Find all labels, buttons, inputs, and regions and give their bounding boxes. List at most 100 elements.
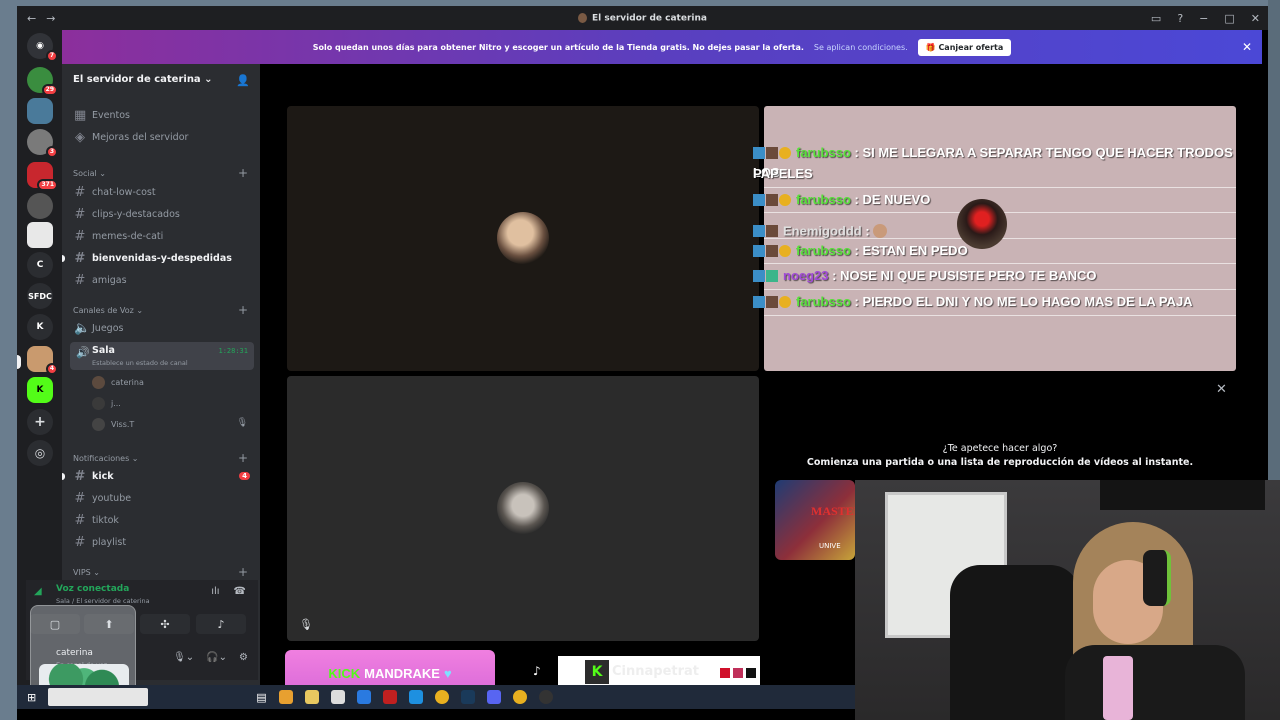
kick-label: KICK: [328, 665, 361, 681]
voice-channel-juegos[interactable]: 🔈 Juegos: [70, 318, 254, 338]
invite-people-icon[interactable]: 👤: [236, 74, 250, 87]
kick-server-icon[interactable]: K: [27, 377, 53, 403]
windows-start-icon[interactable]: ⊞: [27, 691, 36, 704]
add-channel-icon[interactable]: +: [238, 565, 248, 579]
sidebar-item-label: Eventos: [92, 109, 130, 121]
server-name-header[interactable]: El servidor de caterina ⌄: [73, 74, 213, 85]
badge-icon: [753, 245, 765, 257]
app-icon[interactable]: [382, 690, 397, 704]
headphones-icon[interactable]: 🎧⌄: [206, 652, 227, 663]
channel-chat-low-cost[interactable]: # chat-low-cost: [70, 182, 254, 202]
window-title-text: El servidor de caterina: [592, 13, 707, 24]
forward-arrow-icon[interactable]: →: [46, 12, 55, 25]
discord-icon[interactable]: [486, 690, 501, 704]
discord-home-icon[interactable]: ◉ 7: [27, 33, 58, 62]
nitro-banner: Solo quedan unos días para obtener Nitro…: [62, 30, 1262, 64]
color-square: [746, 668, 756, 678]
add-channel-icon[interactable]: +: [238, 451, 248, 465]
add-voice-channel-icon[interactable]: +: [238, 303, 248, 317]
server-icon-6[interactable]: [27, 222, 53, 248]
close-activity-icon[interactable]: ✕: [1216, 382, 1227, 397]
obs-icon[interactable]: [538, 690, 553, 704]
activity-subtitle: Comienza una partida o una lista de repr…: [806, 457, 1194, 468]
store-icon[interactable]: [356, 690, 371, 704]
server-icon-c[interactable]: C: [27, 252, 53, 278]
add-server-icon[interactable]: +: [27, 409, 53, 435]
redeem-offer-button[interactable]: 🎁 Canjear oferta: [917, 38, 1012, 56]
nitro-banner-text: Solo quedan unos días para obtener Nitro…: [312, 42, 804, 52]
category-notificaciones[interactable]: Notificaciones ⌄: [73, 454, 139, 463]
channel-label: kick: [92, 470, 114, 482]
channel-label: chat-low-cost: [92, 186, 156, 198]
server-icon-2[interactable]: [27, 98, 53, 124]
avatar: [92, 376, 105, 389]
microphone-icon[interactable]: 🎙⌄: [173, 652, 194, 663]
taskbar-search[interactable]: [48, 688, 149, 706]
voice-status[interactable]: Voz conectada: [56, 584, 129, 594]
channel-amigas[interactable]: # amigas: [70, 270, 254, 290]
category-voice[interactable]: Canales de Voz ⌄: [73, 306, 143, 315]
explore-icon[interactable]: ◎: [27, 440, 53, 466]
sidebar-item-mejoras[interactable]: ◈ Mejoras del servidor: [70, 127, 254, 147]
app-icon[interactable]: [330, 690, 345, 704]
voice-member[interactable]: Viss.T: [92, 418, 134, 431]
activities-button[interactable]: ✣: [140, 614, 190, 634]
channel-label: Juegos: [92, 322, 124, 334]
channel-tiktok[interactable]: # tiktok: [70, 510, 254, 530]
server-name: El servidor de caterina: [73, 74, 201, 85]
task-view-icon[interactable]: ▤: [256, 691, 266, 704]
channel-playlist[interactable]: # playlist: [70, 532, 254, 552]
muted-mic-icon: 🎙: [236, 418, 248, 428]
file-explorer-icon[interactable]: [304, 690, 319, 704]
app-icon[interactable]: [278, 690, 293, 704]
server-icon-caterina[interactable]: 4: [17, 346, 58, 375]
video-tile-member[interactable]: 🎙: [287, 376, 759, 641]
hash-icon: #: [74, 228, 86, 244]
maximize-icon[interactable]: □: [1224, 12, 1234, 25]
server-icon-1[interactable]: 29: [27, 67, 58, 96]
server-icon-4[interactable]: 371: [27, 162, 58, 191]
server-icon-k[interactable]: K: [27, 314, 53, 340]
social-handle-box: K Cinnapetrat: [558, 656, 760, 688]
chrome-icon[interactable]: [434, 690, 449, 704]
voice-member[interactable]: j...: [92, 397, 121, 410]
server-k-label: K: [36, 322, 44, 332]
channel-clips[interactable]: # clips-y-destacados: [70, 204, 254, 224]
video-tile-caterina[interactable]: [287, 106, 759, 371]
speaker-active-icon: 🔊: [76, 346, 90, 359]
badge-icon: [753, 296, 765, 308]
disconnect-icon[interactable]: ☎: [234, 586, 246, 597]
chat-message: farubsso : ESTAN EN PEDO: [753, 241, 1263, 261]
voice-channel-sala[interactable]: 🔊 Sala Establece un estado de canal 1:28…: [70, 342, 254, 370]
inbox-icon[interactable]: ▭: [1151, 12, 1161, 25]
sidebar-item-eventos[interactable]: ▦ Eventos: [70, 105, 254, 125]
server-icon-3[interactable]: 3: [27, 129, 58, 158]
soundboard-button[interactable]: ♪: [196, 614, 246, 634]
help-icon[interactable]: ?: [1177, 12, 1183, 25]
emote-icon: [873, 224, 888, 239]
category-social[interactable]: Social ⌄: [73, 169, 106, 178]
settings-gear-icon[interactable]: ⚙: [239, 652, 248, 663]
category-vips[interactable]: VIPS ⌄: [73, 568, 100, 577]
minimize-icon[interactable]: −: [1199, 12, 1208, 25]
channel-bienvenidas[interactable]: # bienvenidas-y-despedidas: [70, 248, 254, 268]
noise-suppression-icon[interactable]: ılı: [211, 586, 219, 597]
channel-memes[interactable]: # memes-de-cati: [70, 226, 254, 246]
close-window-icon[interactable]: ✕: [1251, 12, 1260, 25]
nitro-conditions-link[interactable]: Se aplican condiciones.: [814, 43, 908, 52]
edge-icon[interactable]: [408, 690, 423, 704]
channel-youtube[interactable]: # youtube: [70, 488, 254, 508]
add-channel-icon[interactable]: +: [238, 166, 248, 180]
server-icon-5[interactable]: [27, 193, 53, 219]
back-arrow-icon[interactable]: ←: [27, 12, 36, 25]
chrome-icon[interactable]: [512, 690, 527, 704]
channel-kick[interactable]: # kick 4: [70, 466, 254, 486]
activity-card[interactable]: MASTERS UNIVE: [775, 480, 869, 560]
member-name: caterina: [111, 378, 144, 387]
social-handle: Cinnapetrat: [612, 664, 700, 679]
steam-icon[interactable]: [460, 690, 475, 704]
voice-member[interactable]: caterina: [92, 376, 144, 389]
server-icon-sfdc[interactable]: SFDC: [27, 283, 53, 309]
close-banner-icon[interactable]: ✕: [1242, 40, 1252, 54]
channel-status[interactable]: Establece un estado de canal: [92, 359, 188, 367]
